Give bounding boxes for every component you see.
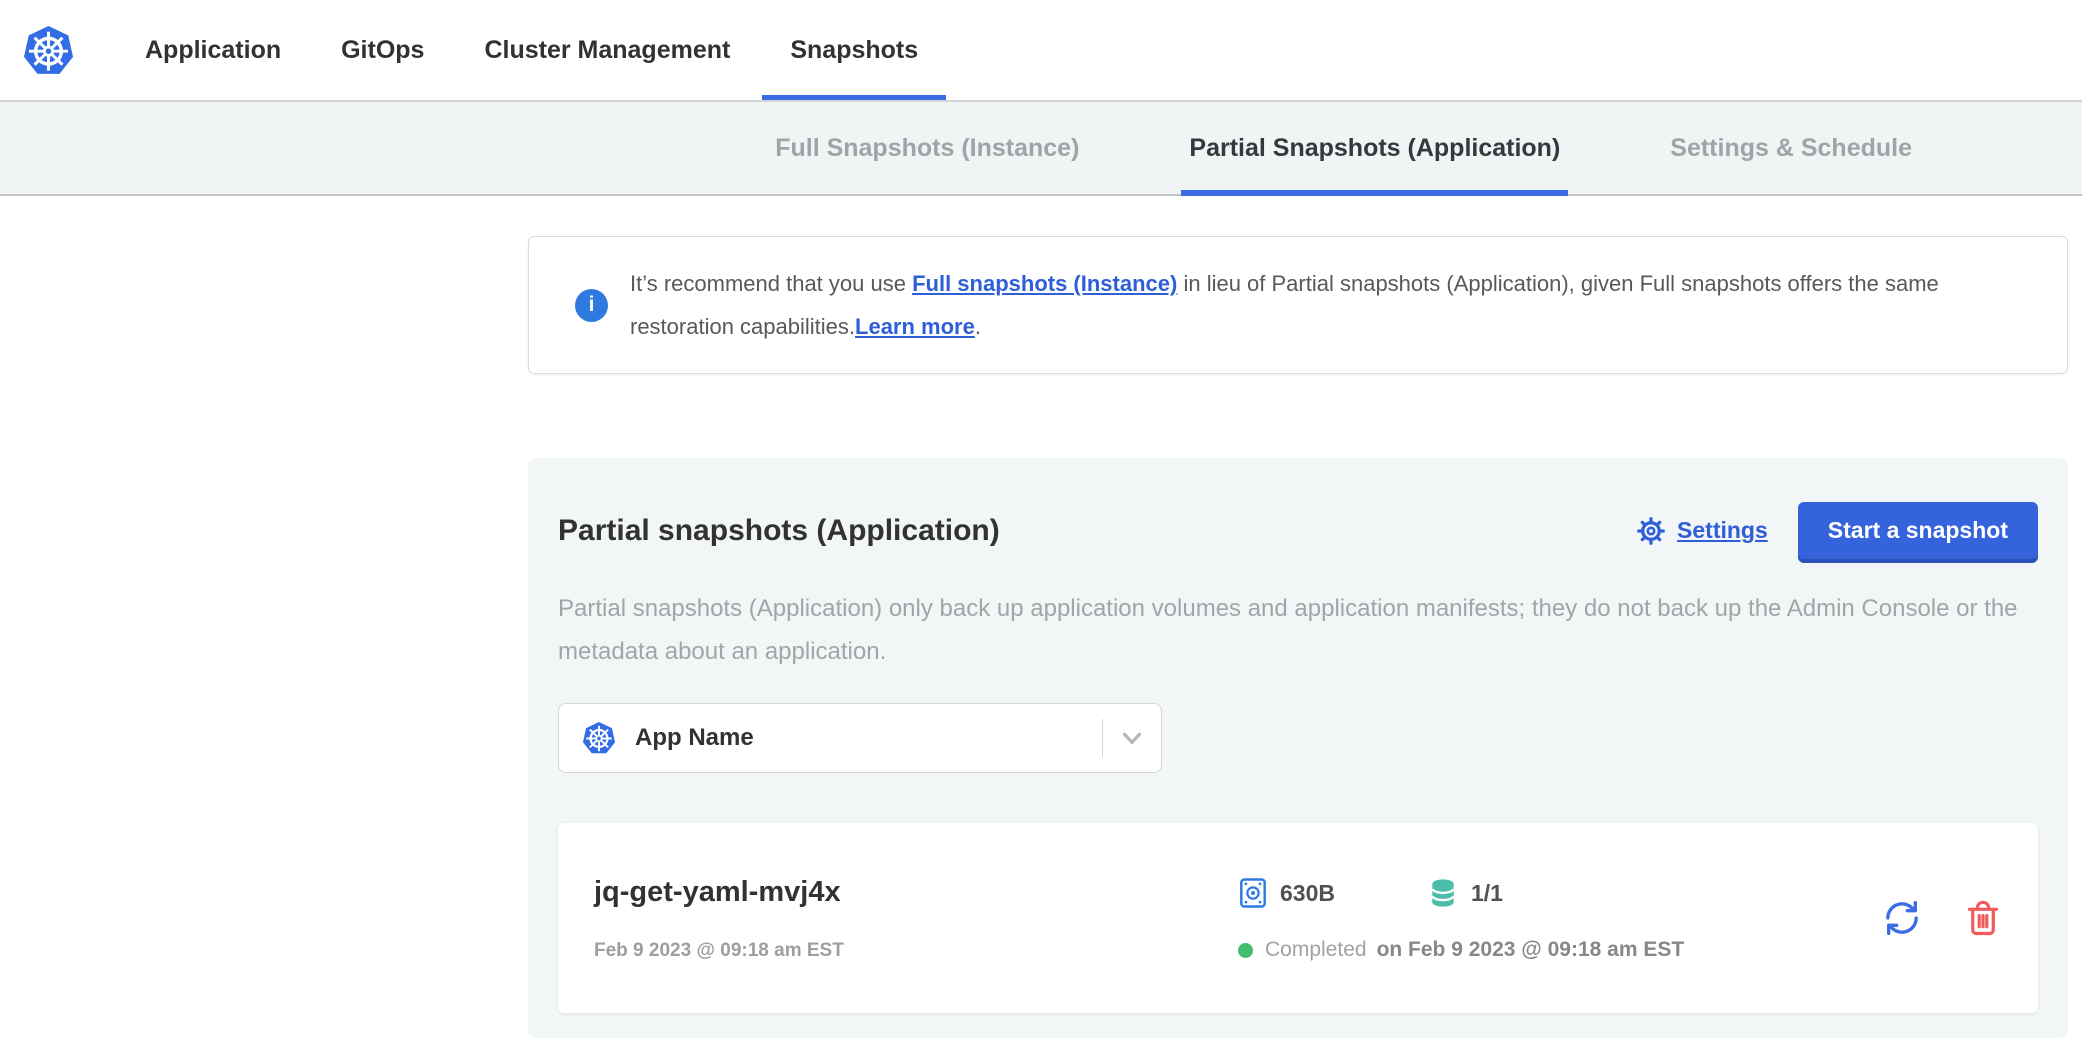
snapshot-metrics: 630B 1/1 <box>1238 873 1862 913</box>
settings-link[interactable]: Settings <box>1635 515 1768 547</box>
start-snapshot-button[interactable]: Start a snapshot <box>1798 502 2038 559</box>
snapshot-created-at: Feb 9 2023 @ 09:18 am EST <box>594 938 1238 964</box>
nav-item-cluster-management[interactable]: Cluster Management <box>484 0 730 100</box>
page-title: Partial snapshots (Application) <box>558 514 1000 548</box>
nav-item-snapshots[interactable]: Snapshots <box>790 0 918 100</box>
tab-settings-schedule[interactable]: Settings & Schedule <box>1670 102 1912 194</box>
kubernetes-logo-icon <box>20 23 77 78</box>
info-icon: i <box>575 289 608 322</box>
full-snapshots-link[interactable]: Full snapshots (Instance) <box>912 271 1177 296</box>
banner-text-end: . <box>975 314 981 339</box>
restore-snapshot-button[interactable] <box>1882 898 1922 938</box>
delete-snapshot-button[interactable] <box>1964 898 2002 938</box>
snapshot-status: Completed on Feb 9 2023 @ 09:18 am EST <box>1238 937 1862 963</box>
snapshot-row: jq-get-yaml-mvj4x Feb 9 2023 @ 09:18 am … <box>558 823 2038 1013</box>
panel-actions: Settings Start a snapshot <box>1635 502 2038 559</box>
learn-more-link[interactable]: Learn more <box>855 314 975 339</box>
main-nav: Application GitOps Cluster Management Sn… <box>145 0 918 100</box>
panel-description: Partial snapshots (Application) only bac… <box>558 587 2038 673</box>
snapshot-volumes-metric: 1/1 <box>1427 876 1503 910</box>
app-selector-value: App Name <box>635 724 754 752</box>
tab-full-snapshots[interactable]: Full Snapshots (Instance) <box>775 102 1079 194</box>
snapshot-volumes-value: 1/1 <box>1471 880 1503 907</box>
banner-text: It’s recommend that you use Full snapsho… <box>630 262 2020 348</box>
top-navigation: Application GitOps Cluster Management Sn… <box>0 0 2082 100</box>
status-detail: on Feb 9 2023 @ 09:18 am EST <box>1377 938 1685 962</box>
app-logo <box>20 0 77 100</box>
status-dot-icon <box>1238 943 1253 958</box>
snapshot-size-metric: 630B <box>1238 877 1335 909</box>
tab-partial-snapshots[interactable]: Partial Snapshots (Application) <box>1189 102 1560 194</box>
trash-icon <box>1964 898 2002 938</box>
restore-icon <box>1882 898 1922 938</box>
selector-chevron[interactable] <box>1103 723 1161 753</box>
settings-label: Settings <box>1677 517 1768 544</box>
snapshot-size-value: 630B <box>1280 880 1335 907</box>
nav-item-gitops[interactable]: GitOps <box>341 0 424 100</box>
partial-snapshots-panel: Partial snapshots (Application) <box>528 458 2068 1038</box>
gear-icon <box>1635 515 1667 547</box>
snapshot-name: jq-get-yaml-mvj4x <box>594 872 1238 912</box>
kubernetes-app-icon <box>581 720 617 756</box>
app-name-selector[interactable]: App Name <box>558 703 1162 773</box>
snapshot-details: 630B 1/1 Completed on Feb 9 2023 @ 09:18… <box>1238 873 1862 963</box>
nav-item-application[interactable]: Application <box>145 0 281 100</box>
snapshots-subtabs: Full Snapshots (Instance) Partial Snapsh… <box>0 100 2082 196</box>
panel-header: Partial snapshots (Application) <box>558 502 2038 559</box>
status-label: Completed <box>1265 938 1367 962</box>
banner-text-intro: It’s recommend that you use <box>630 271 912 296</box>
recommendation-banner: i It’s recommend that you use Full snaps… <box>528 236 2068 374</box>
volumes-database-icon <box>1427 876 1459 910</box>
snapshot-identity: jq-get-yaml-mvj4x Feb 9 2023 @ 09:18 am … <box>594 872 1238 964</box>
snapshot-actions <box>1882 898 2002 938</box>
chevron-down-icon <box>1117 723 1147 753</box>
disk-size-icon <box>1238 877 1268 909</box>
